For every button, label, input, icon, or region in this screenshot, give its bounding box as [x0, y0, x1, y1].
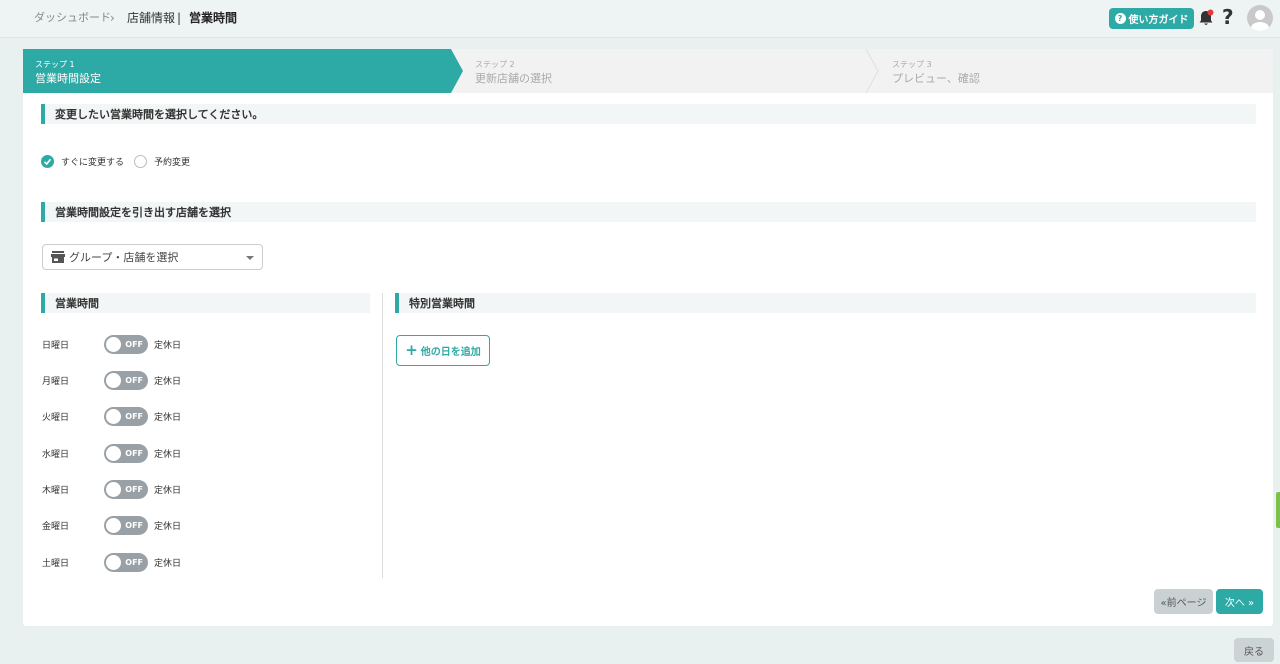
notification-bell-icon[interactable] — [1198, 9, 1214, 27]
special-hours-title: 特別営業時間 — [409, 297, 475, 310]
day-row-wednesday: 水曜日 OFF 定休日 — [42, 443, 181, 463]
next-button[interactable]: 次へ » — [1216, 589, 1263, 614]
main-card: ステップ 1 営業時間設定 ステップ 2 更新店舗の選択 ステップ 3 プレビュ… — [23, 49, 1273, 626]
add-other-day-button[interactable]: + 他の日を追加 — [396, 335, 490, 366]
side-feedback-tab[interactable] — [1276, 492, 1280, 528]
step-1-number: ステップ 1 — [35, 60, 75, 69]
day-label: 木曜日 — [42, 485, 70, 496]
breadcrumb-store-info-link[interactable]: 店舗情報 — [127, 11, 175, 25]
store-select-placeholder: グループ・店舗を選択 — [69, 251, 179, 264]
day-label: 土曜日 — [42, 558, 70, 569]
day-toggle-monday[interactable]: OFF — [104, 370, 148, 390]
chevron-down-icon — [246, 256, 254, 260]
check-icon — [43, 158, 52, 166]
day-toggle-sunday[interactable]: OFF — [104, 334, 148, 354]
day-row-friday: 金曜日 OFF 定休日 — [42, 515, 181, 535]
closed-day-label: 定休日 — [154, 376, 182, 387]
question-circle-icon: ? — [1114, 13, 1126, 24]
closed-day-label: 定休日 — [154, 521, 182, 532]
closed-day-label: 定休日 — [154, 558, 182, 569]
toggle-knob — [106, 408, 121, 424]
radio-immediate[interactable] — [41, 155, 54, 168]
toggle-knob — [106, 554, 121, 570]
radio-immediate-label[interactable]: すぐに変更する — [61, 155, 124, 168]
user-avatar[interactable] — [1247, 5, 1273, 31]
day-row-sunday: 日曜日 OFF 定休日 — [42, 334, 181, 354]
user-silhouette-icon — [1251, 10, 1269, 31]
toggle-knob — [106, 372, 121, 388]
step-3-label: プレビュー、確認 — [892, 72, 980, 85]
radio-scheduled-label[interactable]: 予約変更 — [154, 155, 190, 168]
step-2-label: 更新店舗の選択 — [475, 72, 552, 85]
day-label: 月曜日 — [42, 376, 70, 387]
toggle-knob — [106, 445, 121, 461]
breadcrumb-separator: › — [110, 11, 115, 25]
day-row-monday: 月曜日 OFF 定休日 — [42, 370, 181, 390]
special-hours-section-header: 特別営業時間 — [395, 293, 1256, 313]
page-title: 営業時間 — [189, 11, 238, 25]
section-change-title: 変更したい営業時間を選択してください。 — [55, 108, 264, 121]
breadcrumb-dashboard-link[interactable]: ダッシュボード — [34, 11, 111, 25]
day-toggle-wednesday[interactable]: OFF — [104, 443, 148, 463]
closed-day-label: 定休日 — [154, 412, 182, 423]
usage-guide-button[interactable]: ? 使い方ガイド — [1109, 8, 1194, 29]
back-button[interactable]: 戻る — [1234, 638, 1274, 662]
help-icon[interactable]: ? — [1222, 5, 1234, 29]
day-label: 日曜日 — [42, 340, 70, 351]
usage-guide-label: 使い方ガイド — [1128, 15, 1189, 26]
column-divider — [382, 293, 383, 578]
day-label: 火曜日 — [42, 412, 70, 423]
next-label: 次へ » — [1224, 598, 1255, 609]
plus-icon: + — [405, 341, 418, 359]
day-label: 水曜日 — [42, 449, 70, 460]
store-icon — [51, 251, 65, 263]
add-other-day-label: 他の日を追加 — [420, 347, 481, 358]
day-row-thursday: 木曜日 OFF 定休日 — [42, 479, 181, 499]
day-label: 金曜日 — [42, 521, 70, 532]
section-source-header: 営業時間設定を引き出す店舗を選択 — [41, 202, 1256, 222]
section-change-header: 変更したい営業時間を選択してください。 — [41, 104, 1256, 124]
day-row-tuesday: 火曜日 OFF 定休日 — [42, 406, 181, 426]
prev-page-label: «前ページ — [1160, 598, 1207, 609]
hours-section-header: 営業時間 — [41, 293, 370, 313]
step-3-number: ステップ 3 — [892, 60, 932, 69]
change-mode-radio-group: すぐに変更する 予約変更 — [41, 155, 190, 168]
day-toggle-saturday[interactable]: OFF — [104, 552, 148, 572]
hours-section-title: 営業時間 — [55, 297, 99, 310]
step-1-label: 営業時間設定 — [35, 72, 101, 85]
day-toggle-tuesday[interactable]: OFF — [104, 406, 148, 426]
toggle-state-label: OFF — [125, 375, 143, 385]
section-source-title: 営業時間設定を引き出す店舗を選択 — [55, 206, 231, 219]
toggle-knob — [106, 336, 121, 352]
breadcrumb-divider: | — [177, 11, 182, 25]
step-progress-bar — [23, 49, 1273, 93]
toggle-knob — [106, 517, 121, 533]
day-toggle-thursday[interactable]: OFF — [104, 479, 148, 499]
day-toggle-friday[interactable]: OFF — [104, 515, 148, 535]
step-2-number: ステップ 2 — [475, 60, 515, 69]
prev-page-button[interactable]: «前ページ — [1154, 589, 1213, 614]
store-select-dropdown[interactable]: グループ・店舗を選択 — [42, 244, 263, 270]
closed-day-label: 定休日 — [154, 485, 182, 496]
toggle-state-label: OFF — [125, 484, 143, 494]
toggle-state-label: OFF — [125, 339, 143, 349]
toggle-state-label: OFF — [125, 557, 143, 567]
closed-day-label: 定休日 — [154, 449, 182, 460]
back-label: 戻る — [1244, 646, 1264, 658]
day-row-saturday: 土曜日 OFF 定休日 — [42, 552, 181, 572]
toggle-state-label: OFF — [125, 520, 143, 530]
closed-day-label: 定休日 — [154, 340, 182, 351]
toggle-knob — [106, 481, 121, 497]
top-bar: ダッシュボード › 店舗情報 | 営業時間 ? 使い方ガイド ? — [0, 0, 1280, 38]
toggle-state-label: OFF — [125, 411, 143, 421]
radio-scheduled[interactable] — [134, 155, 148, 168]
toggle-state-label: OFF — [125, 448, 143, 458]
